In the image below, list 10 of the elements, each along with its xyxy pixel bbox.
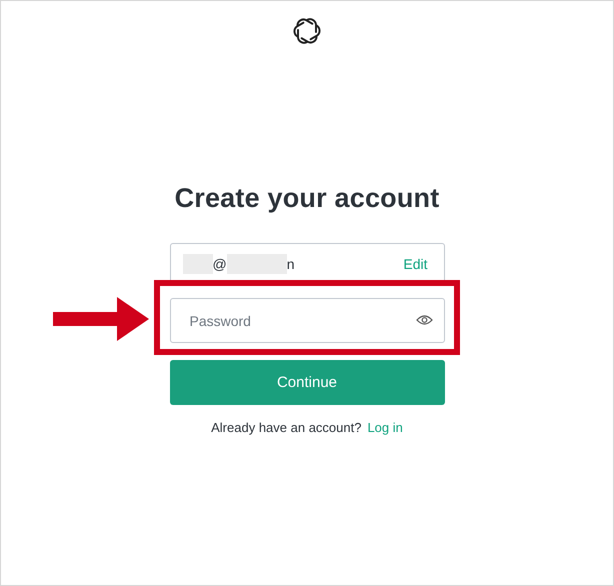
email-text: @ (212, 256, 227, 272)
login-link[interactable]: Log in (367, 420, 403, 435)
edit-link[interactable]: Edit (403, 256, 428, 272)
eye-icon[interactable] (416, 314, 432, 326)
page-heading: Create your account (174, 183, 440, 214)
continue-button[interactable]: Continue (170, 360, 444, 405)
logo-icon (292, 16, 322, 46)
password-field[interactable]: Password (170, 298, 444, 343)
email-text: n (286, 256, 295, 272)
login-prompt: Already have an account? (211, 420, 362, 435)
